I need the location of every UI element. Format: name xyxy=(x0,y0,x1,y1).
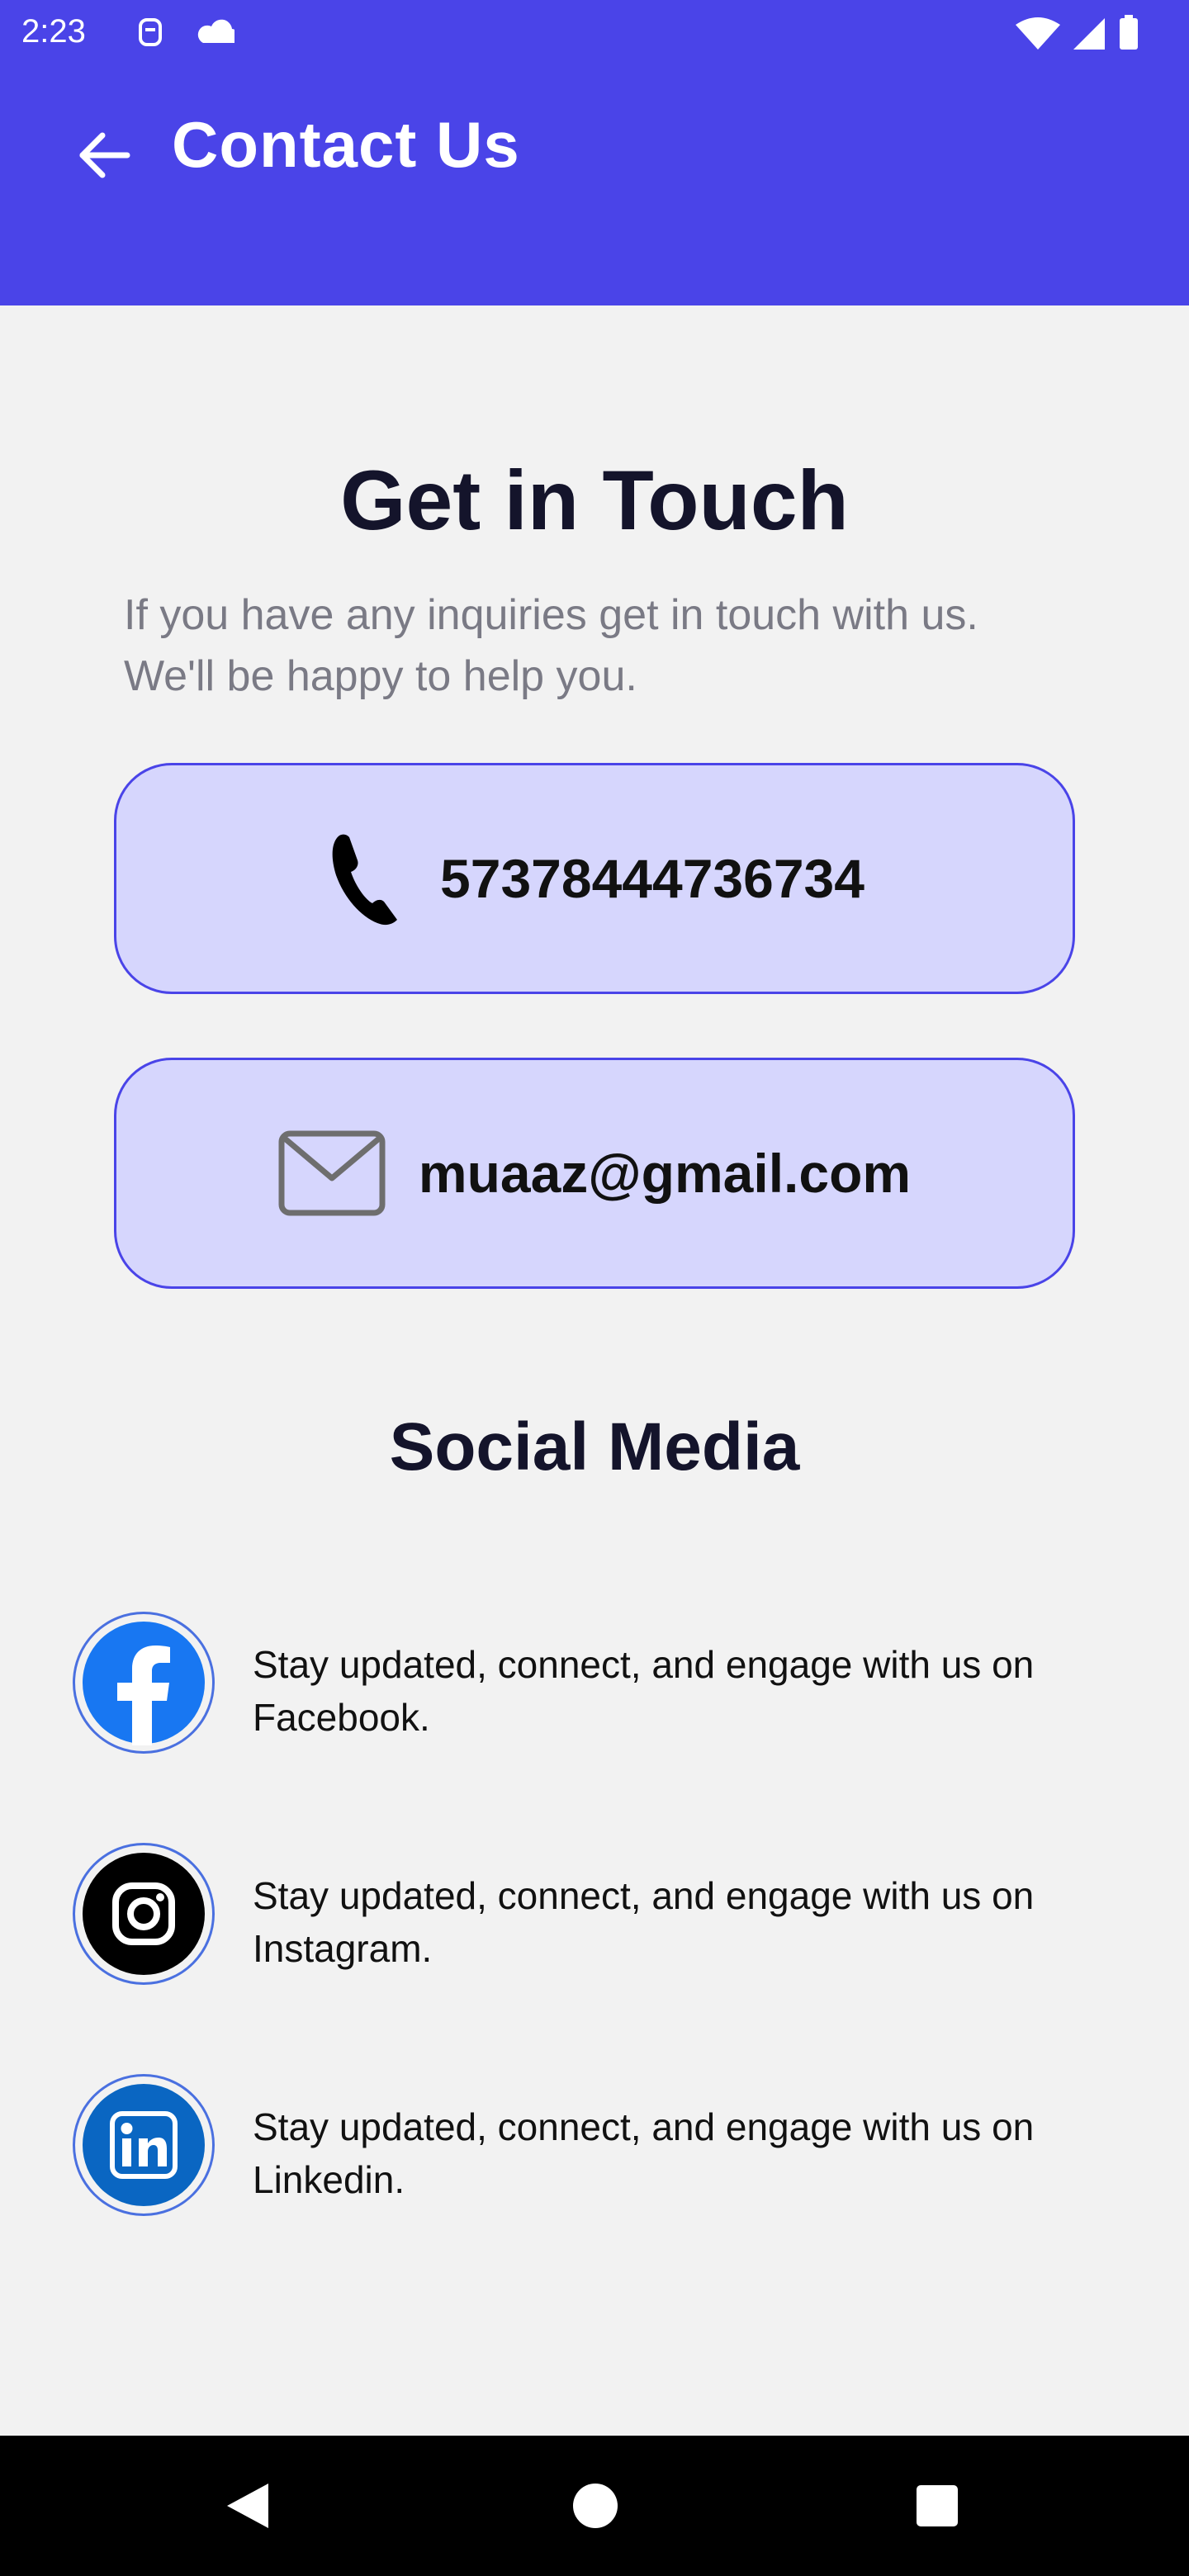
square-recents-icon xyxy=(917,2485,958,2526)
get-in-touch-heading: Get in Touch xyxy=(340,453,849,547)
facebook-text: Stay updated, connect, and engage with u… xyxy=(253,1643,1035,1739)
intro-line-1: If you have any inquiries get in touch w… xyxy=(124,591,978,639)
arrow-left-icon xyxy=(79,132,130,178)
status-time: 2:23 xyxy=(21,13,86,50)
circle-home-icon xyxy=(573,2484,618,2528)
instagram-text: Stay updated, connect, and engage with u… xyxy=(253,1874,1035,1970)
app-bar: Contact Us xyxy=(0,69,1189,305)
status-bar: 2:23 xyxy=(0,0,1189,69)
intro-text: If you have any inquiries get in touch w… xyxy=(124,585,1115,707)
linkedin-button[interactable] xyxy=(73,2074,215,2216)
nav-home-button[interactable] xyxy=(566,2477,624,2535)
social-item-facebook[interactable]: Stay updated, connect, and engage with u… xyxy=(73,1612,1130,1760)
system-navigation-bar xyxy=(0,2436,1189,2576)
signal-icon xyxy=(1073,18,1105,50)
facebook-icon xyxy=(83,1622,205,1745)
linkedin-icon xyxy=(83,2084,205,2206)
back-button[interactable] xyxy=(71,122,137,188)
phone-icon xyxy=(332,834,398,926)
linkedin-text: Stay updated, connect, and engage with u… xyxy=(253,2105,1035,2201)
mail-icon xyxy=(278,1130,386,1216)
status-system-icons xyxy=(1016,13,1156,59)
social-item-instagram[interactable]: Stay updated, connect, and engage with u… xyxy=(73,1843,1130,1991)
intro-line-2: We'll be happy to help you. xyxy=(124,652,637,700)
email-contact-card[interactable]: muaaz@gmail.com xyxy=(114,1058,1075,1289)
instagram-icon xyxy=(83,1853,205,1975)
instagram-button[interactable] xyxy=(73,1843,215,1985)
status-notification-icons xyxy=(135,15,239,55)
facebook-button[interactable] xyxy=(73,1612,215,1754)
wifi-icon xyxy=(1016,17,1060,50)
face-icon xyxy=(139,18,162,46)
email-address: muaaz@gmail.com xyxy=(418,1143,912,1204)
nav-back-button[interactable] xyxy=(219,2477,277,2535)
triangle-back-icon xyxy=(227,2484,268,2528)
social-item-linkedin[interactable]: Stay updated, connect, and engage with u… xyxy=(73,2074,1130,2223)
social-media-heading: Social Media xyxy=(389,1409,800,1485)
phone-contact-card[interactable]: 57378444736734 xyxy=(114,763,1075,994)
page-title: Contact Us xyxy=(172,108,520,181)
cloud-icon xyxy=(197,19,239,43)
battery-icon xyxy=(1120,18,1138,50)
phone-number: 57378444736734 xyxy=(440,848,865,909)
nav-recents-button[interactable] xyxy=(908,2477,966,2535)
